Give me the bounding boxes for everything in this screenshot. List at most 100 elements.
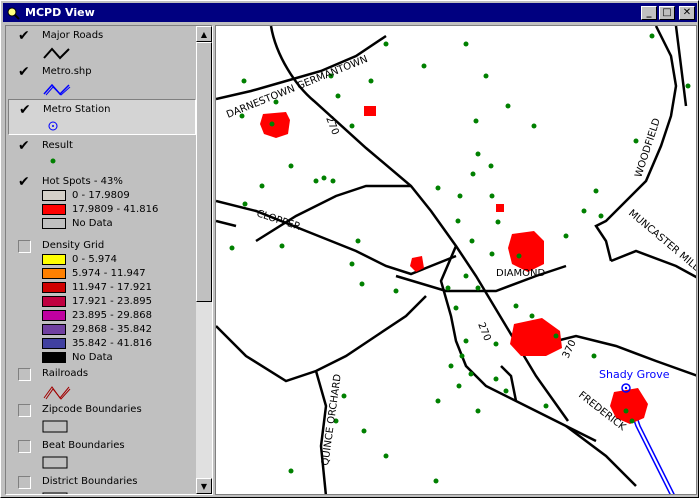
class-swatch [42, 268, 66, 279]
close-button[interactable]: ✕ [679, 5, 695, 20]
view-icon [5, 5, 21, 21]
checkbox-railroads[interactable] [18, 368, 31, 381]
label-darnestown-germantown: DARNESTOWN GERMANTOWN [225, 54, 369, 121]
legend-class: 29.868 - 35.842 [42, 323, 152, 336]
road-east-edge [674, 26, 688, 107]
class-swatch [42, 310, 66, 321]
close-icon: ✕ [682, 7, 692, 18]
road-southwest [216, 295, 427, 383]
layer-name: Zipcode Boundaries [42, 404, 142, 415]
checkbox-zipcode-boundaries[interactable] [18, 404, 31, 417]
arrow-down-icon: ▼ [200, 481, 208, 491]
layer-name: Hot Spots - 43% [42, 176, 123, 187]
checkbox-beat-boundaries[interactable] [18, 440, 31, 453]
class-label: 0 - 5.974 [72, 254, 117, 265]
station-center [624, 386, 628, 390]
label-shady-grove: Shady Grove [599, 368, 670, 381]
hot-spot [364, 106, 376, 116]
class-swatch [42, 190, 66, 201]
layer-name: Railroads [42, 368, 89, 379]
polygon-symbol [42, 456, 68, 469]
layer-zipcode-boundaries[interactable]: Zipcode Boundaries [8, 400, 196, 436]
legend-class: No Data [42, 217, 113, 230]
road-stub [216, 219, 237, 228]
polygon-symbol [42, 492, 68, 494]
class-label: 5.974 - 11.947 [72, 268, 146, 279]
hot-spot [508, 231, 544, 272]
class-swatch [42, 204, 66, 215]
class-label: No Data [72, 352, 113, 363]
scroll-up-button[interactable]: ▲ [196, 26, 212, 42]
layer-beat-boundaries[interactable]: Beat Boundaries [8, 436, 196, 472]
layer-name: Major Roads [42, 30, 104, 41]
label-woodfield: WOODFIELD [633, 117, 663, 179]
layer-metro-station[interactable]: ✔ Metro Station [8, 99, 196, 135]
class-swatch [42, 296, 66, 307]
railroad-symbol [43, 386, 71, 400]
label-clopper: CLOPPER [255, 208, 302, 233]
checkbox-hot-spots[interactable]: ✔ [18, 175, 31, 189]
label-270-north: 270 [323, 115, 340, 137]
class-label: 23.895 - 29.868 [72, 310, 152, 321]
layer-metro-shp[interactable]: ✔ Metro.shp [8, 62, 196, 98]
table-of-contents: ✔ Major Roads ✔ Metro.shp ✔ Metro Statio… [5, 25, 213, 495]
class-label: 0 - 17.9809 [72, 190, 130, 201]
map-display[interactable]: DARNESTOWN GERMANTOWN 270 WOODFIELD CLOP… [215, 25, 697, 495]
legend-class: 11.947 - 17.921 [42, 281, 152, 294]
legend-class: 23.895 - 29.868 [42, 309, 152, 322]
legend-class: 5.974 - 11.947 [42, 267, 146, 280]
legend-scrollbar[interactable]: ▲ ▼ [196, 26, 212, 494]
class-label: 17.921 - 23.895 [72, 296, 152, 307]
class-swatch [42, 218, 66, 229]
legend-class: No Data [42, 351, 113, 364]
maximize-icon: □ [662, 7, 672, 18]
legend-class: 17.921 - 23.895 [42, 295, 152, 308]
legend-class: 17.9809 - 41.816 [42, 203, 158, 216]
layer-hot-spots[interactable]: ✔ Hot Spots - 43% 0 - 17.9809 17.9809 - … [8, 172, 196, 232]
scroll-thumb[interactable] [196, 42, 212, 302]
road-middle [255, 184, 411, 243]
polygon-symbol [42, 420, 68, 433]
arrow-up-icon: ▲ [200, 29, 208, 39]
label-370: 370 [561, 338, 579, 360]
layer-name: District Boundaries [42, 476, 138, 487]
layer-major-roads[interactable]: ✔ Major Roads [8, 26, 196, 62]
class-swatch [42, 254, 66, 265]
layer-railroads[interactable]: Railroads [8, 364, 196, 400]
checkbox-metro-shp[interactable]: ✔ [18, 65, 31, 79]
title-bar[interactable]: MCPD View _ □ ✕ [3, 3, 697, 22]
label-270-south: 270 [475, 321, 492, 343]
layer-name: Beat Boundaries [42, 440, 125, 451]
minimize-icon: _ [646, 7, 652, 18]
label-muncaster-mill: MUNCASTER MILL [626, 208, 697, 274]
station-symbol [48, 121, 58, 131]
scroll-down-button[interactable]: ▼ [196, 478, 212, 494]
minimize-button[interactable]: _ [641, 5, 657, 20]
layer-result[interactable]: ✔ Result [8, 136, 196, 172]
checkbox-density-grid[interactable] [18, 240, 31, 253]
metro-line-symbol [43, 83, 71, 96]
class-swatch [42, 282, 66, 293]
class-swatch [42, 352, 66, 363]
layer-name: Density Grid [42, 240, 105, 251]
layer-name: Metro Station [43, 104, 111, 115]
class-label: 17.9809 - 41.816 [72, 204, 159, 215]
hot-spot [260, 112, 290, 138]
class-label: No Data [72, 218, 113, 229]
hot-spot [496, 204, 504, 212]
class-swatch [42, 338, 66, 349]
map-canvas[interactable]: DARNESTOWN GERMANTOWN 270 WOODFIELD CLOP… [216, 26, 697, 495]
maximize-button[interactable]: □ [659, 5, 675, 20]
class-label: 35.842 - 41.816 [72, 338, 152, 349]
label-diamond: DIAMOND [496, 268, 545, 279]
checkbox-district-boundaries[interactable] [18, 476, 31, 489]
legend-class: 0 - 5.974 [42, 253, 117, 266]
checkbox-major-roads[interactable]: ✔ [18, 29, 31, 43]
layer-name: Metro.shp [42, 66, 92, 77]
window-title: MCPD View [25, 6, 95, 19]
point-symbol [50, 158, 56, 164]
checkbox-result[interactable]: ✔ [18, 139, 31, 153]
layer-density-grid[interactable]: Density Grid 0 - 5.974 5.974 - 11.947 11… [8, 236, 196, 364]
checkbox-metro-station[interactable]: ✔ [19, 103, 32, 117]
layer-district-boundaries[interactable]: District Boundaries [8, 472, 196, 494]
